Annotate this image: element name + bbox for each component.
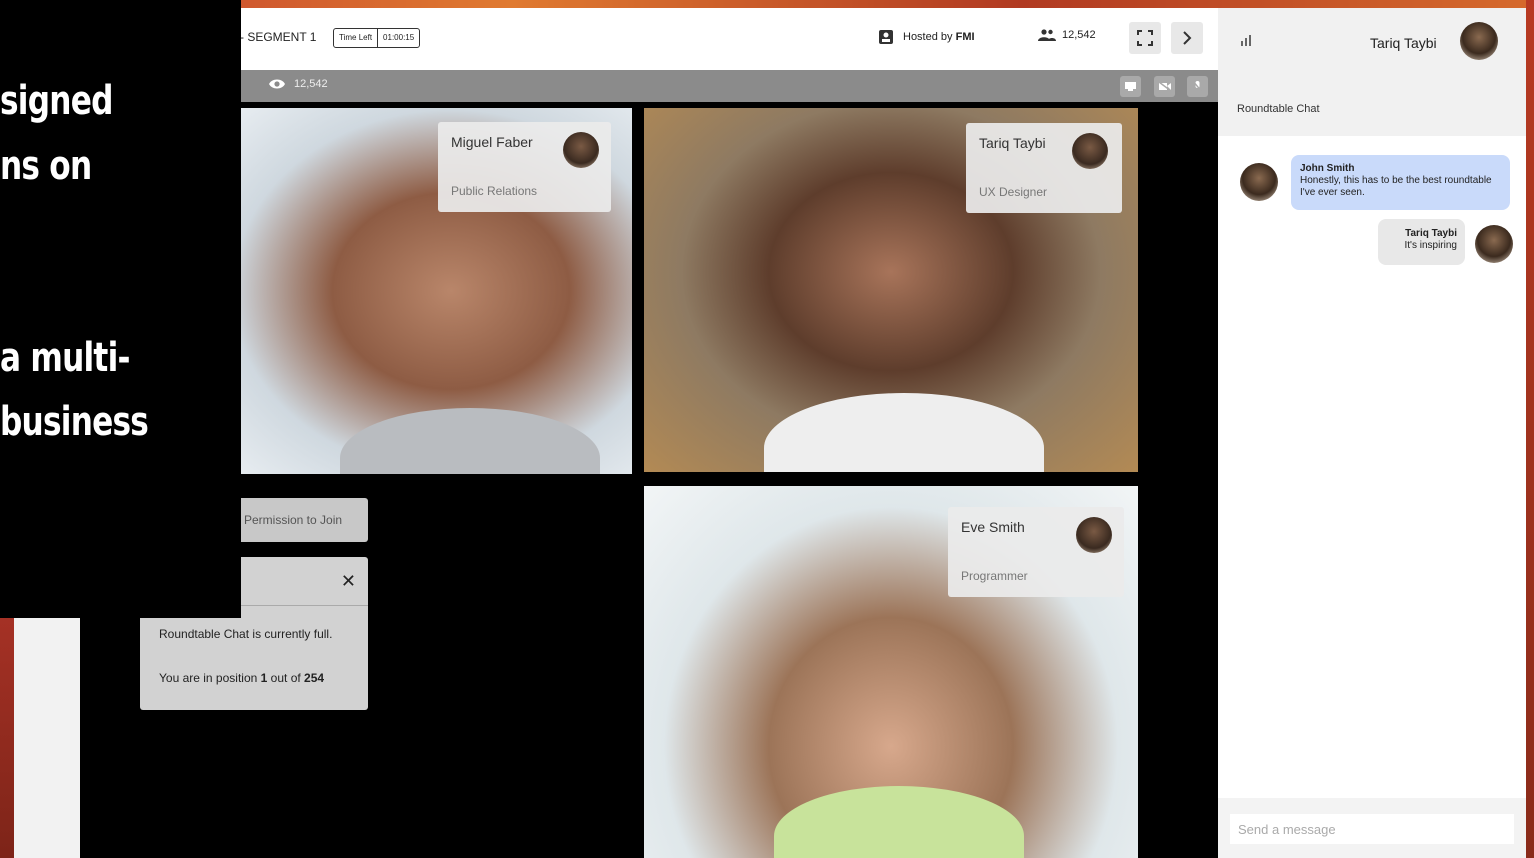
chat-message: John Smith Honestly, this has to be the … — [1291, 155, 1510, 210]
permission-to-join-button[interactable]: Permission to Join — [230, 498, 368, 542]
queue-position-value: 1 — [260, 671, 268, 685]
eye-icon — [269, 79, 285, 89]
queue-position-prefix: You are in position — [159, 671, 258, 685]
segment-label: - SEGMENT 1 — [240, 30, 317, 44]
watch-count: 12,542 — [268, 78, 328, 90]
chat-panel: Tariq Taybi Roundtable Chat John Smith H… — [1218, 8, 1526, 858]
time-left-label: Time Left — [339, 33, 373, 42]
host-badge-icon — [879, 30, 893, 44]
participant-role: Programmer — [961, 569, 1028, 583]
viewer-count-value: 12,542 — [1062, 29, 1096, 41]
caption-line: ns on — [0, 143, 92, 189]
message-avatar — [1475, 225, 1513, 263]
caption-overlay: signed ns on a multi- business — [0, 0, 241, 618]
participant-role: Public Relations — [451, 184, 538, 198]
queue-position: You are in position 1 out of 254 — [159, 671, 324, 685]
caption-line: a multi- — [0, 335, 130, 381]
people-icon — [1038, 29, 1056, 41]
next-button[interactable] — [1171, 22, 1203, 54]
participant-role: UX Designer — [979, 185, 1048, 199]
camera-off-icon — [1158, 82, 1171, 91]
fullscreen-button[interactable] — [1129, 22, 1161, 54]
screen-icon — [1125, 82, 1136, 91]
queue-position-mid: out of — [270, 671, 301, 685]
participant-figure — [340, 408, 600, 474]
watch-count-value: 12,542 — [294, 78, 328, 90]
queue-message: Roundtable Chat is currently full. — [159, 627, 333, 641]
participant-avatar — [1076, 517, 1112, 553]
background-right-strip — [1526, 0, 1534, 858]
participant-card: Miguel Faber Public Relations — [438, 122, 611, 212]
message-sender: Tariq Taybi — [1405, 228, 1457, 239]
participant-figure — [764, 393, 1044, 472]
participant-name: Tariq Taybi — [979, 135, 1046, 151]
message-input[interactable] — [1230, 814, 1514, 844]
participant-card: Eve Smith Programmer — [948, 507, 1124, 597]
chat-input-area — [1218, 798, 1526, 858]
video-tile-miguel[interactable]: Miguel Faber Public Relations — [230, 108, 632, 474]
hosted-by-prefix: Hosted by — [903, 31, 953, 43]
hosted-by: Hosted by FMI — [878, 29, 975, 45]
chat-message: Tariq Taybi It's inspiring — [1378, 219, 1465, 265]
fullscreen-icon — [1137, 30, 1153, 46]
close-icon[interactable]: ✕ — [341, 571, 356, 592]
participant-avatar — [563, 132, 599, 168]
chat-user-name: Tariq Taybi — [1370, 35, 1437, 51]
caption-line: business — [0, 399, 149, 445]
queue-position-total: 254 — [304, 671, 325, 685]
camera-off-button[interactable] — [1154, 76, 1175, 97]
mic-off-icon — [1193, 81, 1202, 92]
caption-line: signed — [0, 78, 113, 124]
stream-bar: 12,542 — [80, 70, 1218, 102]
screen-share-button[interactable] — [1120, 76, 1141, 97]
top-bar: - SEGMENT 1 Time Left 01:00:15 Hosted by… — [80, 8, 1218, 70]
chat-header: Tariq Taybi Roundtable Chat — [1218, 8, 1526, 136]
message-avatar — [1240, 163, 1278, 201]
chat-user-avatar[interactable] — [1460, 22, 1498, 60]
time-left-value: 01:00:15 — [377, 29, 419, 47]
participant-avatar — [1072, 133, 1108, 169]
viewer-count: 12,542 — [1038, 29, 1096, 41]
participant-figure — [774, 786, 1024, 858]
video-tile-eve[interactable]: Eve Smith Programmer — [644, 486, 1138, 858]
chevron-right-icon — [1183, 31, 1192, 45]
chat-title: Roundtable Chat — [1237, 103, 1320, 115]
message-text: Honestly, this has to be the best roundt… — [1300, 175, 1492, 198]
participant-name: Miguel Faber — [451, 134, 533, 150]
participant-name: Eve Smith — [961, 519, 1025, 535]
host-name: FMI — [955, 31, 975, 43]
video-tile-tariq[interactable]: Tariq Taybi UX Designer — [644, 108, 1138, 472]
roundtable-app: - SEGMENT 1 Time Left 01:00:15 Hosted by… — [80, 8, 1526, 858]
participant-card: Tariq Taybi UX Designer — [966, 123, 1122, 213]
mic-off-button[interactable] — [1187, 76, 1208, 97]
message-sender: John Smith — [1300, 163, 1355, 174]
message-text: It's inspiring — [1404, 240, 1458, 251]
time-left-box: Time Left 01:00:15 — [333, 28, 421, 48]
signal-bars-icon[interactable] — [1240, 34, 1254, 46]
background-left-panel — [14, 618, 80, 858]
